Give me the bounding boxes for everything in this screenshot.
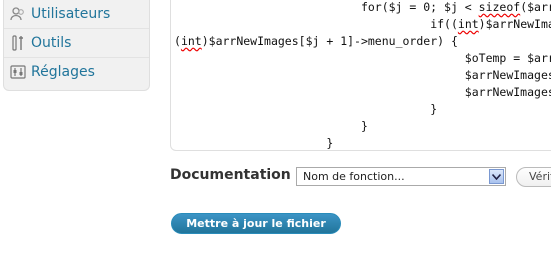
code-line: } [326,136,334,150]
tools-icon [10,35,26,51]
sidebar-item-label: Réglages [31,64,95,80]
sidebar-item-users[interactable]: Utilisateurs [4,0,149,29]
code-line: $arrNewImages[ [464,85,551,99]
code-line: } [360,119,368,133]
admin-sidebar: Utilisateurs Outils Réglages [3,0,150,91]
chevron-down-icon[interactable] [489,169,504,184]
sidebar-item-settings[interactable]: Réglages [4,58,149,86]
users-icon [10,6,26,22]
code-line: for($j = 0; $j < sizeof($arrNe [360,0,551,14]
update-file-button[interactable]: Mettre à jour le fichier [171,213,341,234]
lookup-button[interactable]: Vérifier [516,167,551,187]
code-line: } [430,102,438,116]
code-editor[interactable]: for($j = 0; $j < sizeof($arrNe if((int)$… [170,0,551,151]
sidebar-item-label: Outils [31,35,72,51]
sidebar-item-tools[interactable]: Outils [4,29,149,58]
documentation-label: Documentation : [170,167,302,183]
update-file-label: Mettre à jour le fichier [186,217,326,230]
code-line: if((int)$arrNewImages[ [430,17,551,31]
code-line: $arrNewImages[ [464,68,551,82]
function-select[interactable]: Nom de fonction... [296,167,506,186]
code-line: (int)$arrNewImages[$j + 1]->menu_order) … [174,34,458,48]
code-line: $oTemp = $arrN [464,51,551,65]
function-select-value: Nom de fonction... [303,170,405,183]
sidebar-item-label: Utilisateurs [31,6,111,22]
settings-icon [10,64,26,80]
code-text[interactable]: for($j = 0; $j < sizeof($arrNe if((int)$… [174,0,551,150]
